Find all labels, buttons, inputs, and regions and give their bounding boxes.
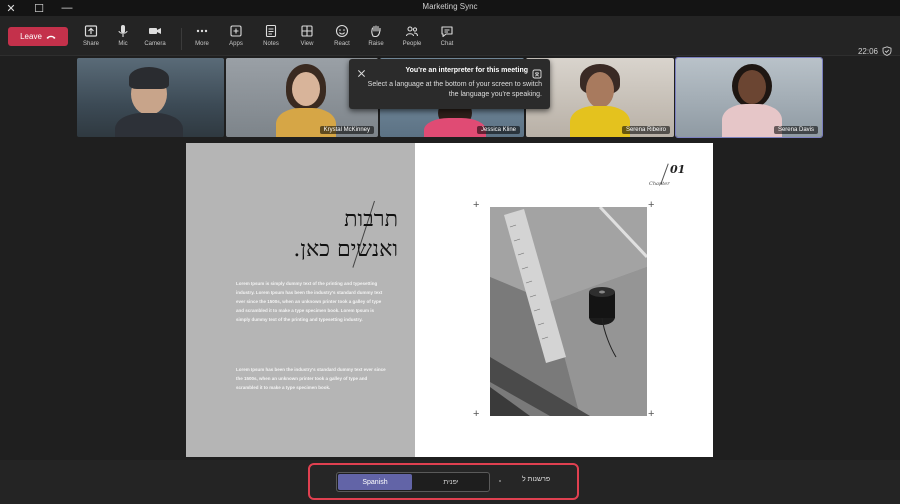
chapter-number: 01 (670, 163, 686, 176)
notification-body: Select a language at the bottom of your … (367, 81, 542, 98)
crop-mark-icon: + (648, 408, 655, 420)
phone-hangup-icon (46, 35, 56, 39)
shared-slide: תרבות ואנשים כאן. Lorem Ipsum is simply … (186, 143, 713, 457)
participant-tile[interactable] (77, 58, 224, 137)
chapter-label: Chapter (649, 181, 670, 187)
chat-icon (440, 24, 454, 38)
participant-tile-active[interactable]: Serena Davis (675, 57, 823, 138)
meeting-toolbar: Leave Share Mic Camera More Apps Notes V… (0, 16, 900, 56)
more-icon (195, 24, 209, 38)
interpretation-label: פרשנות ל (522, 476, 551, 483)
people-button[interactable]: People (398, 24, 426, 54)
leave-button[interactable]: Leave (8, 27, 68, 46)
mic-label: Mic (118, 41, 128, 47)
people-icon (405, 24, 419, 38)
meeting-timer: 22:06 (858, 46, 892, 56)
raise-label: Raise (368, 41, 384, 47)
view-button[interactable]: View (293, 24, 321, 54)
slide-paragraph-1: Lorem Ipsum is simply dummy text of the … (236, 281, 383, 322)
desk-tools-image (490, 207, 647, 416)
toolbar-divider (181, 28, 182, 50)
close-icon (357, 69, 366, 78)
separator-dot (499, 480, 501, 482)
more-button[interactable]: More (188, 24, 216, 54)
apps-icon (229, 24, 243, 38)
interpreter-notification: You're an interpreter for this meeting S… (349, 59, 550, 109)
slide-paragraph-2: Lorem Ipsum has been the industry's stan… (236, 367, 386, 390)
share-button[interactable]: Share (77, 24, 105, 54)
slide-title: תרבות ואנשים כאן. (230, 205, 398, 265)
people-label: People (402, 41, 422, 47)
slide-title-line1: תרבות (344, 207, 398, 232)
language-toggle: Spanish יפנית (336, 472, 490, 492)
language-option-spanish[interactable]: Spanish (338, 474, 412, 490)
notes-button[interactable]: Notes (257, 24, 285, 54)
raise-hand-icon (369, 24, 383, 38)
window-title: Marketing Sync (422, 2, 478, 11)
shield-icon (882, 46, 892, 56)
camera-button[interactable]: Camera (141, 24, 169, 54)
react-icon (335, 24, 349, 38)
apps-label: Apps (229, 41, 243, 47)
participant-name: Serena Ribeiro (621, 126, 670, 134)
share-label: Share (82, 41, 99, 47)
view-icon (300, 24, 314, 38)
notes-icon (264, 24, 278, 38)
slide-photo (490, 207, 647, 416)
notification-title: You're an interpreter for this meeting (405, 67, 529, 74)
more-label: More (195, 41, 209, 47)
apps-button[interactable]: Apps (222, 24, 250, 54)
mic-button[interactable]: Mic (109, 24, 137, 54)
share-icon (84, 24, 98, 38)
chat-label: Chat (440, 41, 454, 47)
close-notification-button[interactable] (357, 65, 367, 78)
raise-hand-button[interactable]: Raise (362, 24, 390, 54)
mic-icon (116, 24, 130, 38)
meeting-time: 22:06 (857, 46, 878, 56)
crop-mark-icon: + (648, 199, 655, 211)
react-label: React (334, 41, 350, 47)
language-option-japanese[interactable]: יפנית (413, 474, 489, 490)
interpretation-language-panel: Spanish יפנית פרשנות ל (308, 463, 579, 500)
leave-label: Leave (20, 32, 42, 41)
title-bar: ✕ ☐ — Marketing Sync (0, 0, 900, 16)
participant-name: Krystal McKinney (319, 126, 374, 134)
chat-button[interactable]: Chat (433, 24, 461, 54)
camera-label: Camera (144, 41, 166, 47)
interpreter-icon (532, 66, 542, 79)
notes-label: Notes (263, 41, 279, 47)
react-button[interactable]: React (328, 24, 356, 54)
camera-icon (148, 24, 162, 38)
crop-mark-icon: + (473, 408, 480, 420)
slide-title-line2: ואנשים כאן. (293, 237, 398, 262)
participant-name: Serena Davis (773, 126, 818, 134)
view-label: View (300, 41, 314, 47)
crop-mark-icon: + (473, 199, 480, 211)
participant-name: Jessica Kline (476, 126, 520, 134)
